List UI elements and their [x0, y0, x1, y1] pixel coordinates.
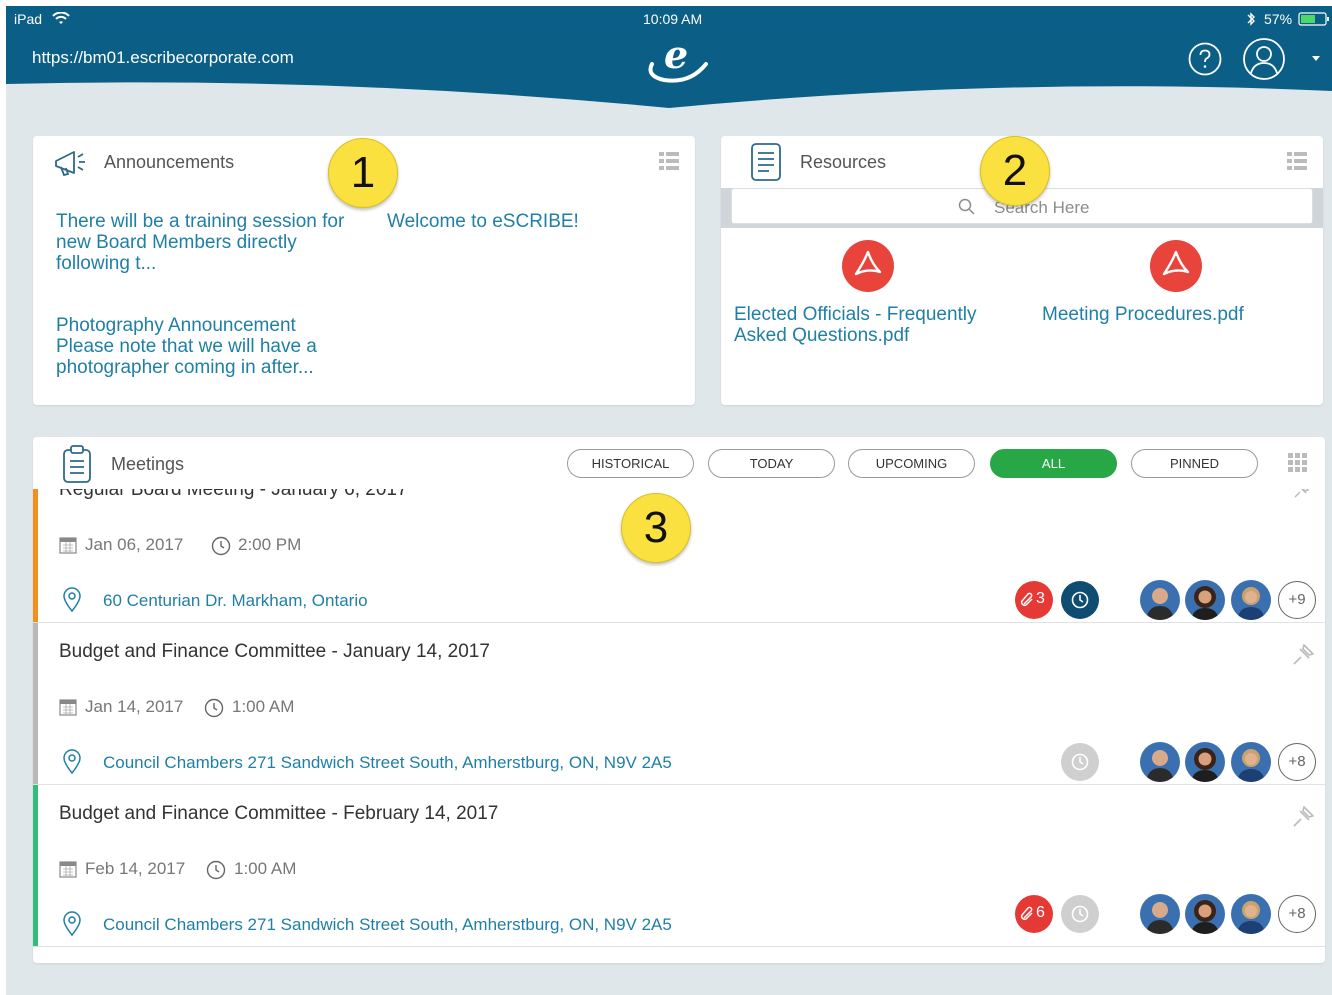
- device-label: iPad: [14, 11, 43, 27]
- callout-marker: 3: [621, 493, 691, 563]
- list-view-icon[interactable]: [659, 152, 679, 170]
- pin-icon[interactable]: [1291, 803, 1317, 829]
- resource-faq-link[interactable]: Elected Officials - Frequently Asked Que…: [734, 304, 1014, 346]
- announcement-welcome-link[interactable]: Welcome to eSCRIBE!: [387, 211, 687, 232]
- clock-icon: [206, 860, 226, 880]
- avatar[interactable]: [1231, 742, 1271, 782]
- list-view-icon[interactable]: [1287, 152, 1307, 170]
- avatar[interactable]: [1231, 580, 1271, 620]
- help-icon[interactable]: [1188, 42, 1222, 76]
- attachments-badge[interactable]: 3: [1015, 581, 1053, 619]
- meeting-title[interactable]: Regular Board Meeting - January 6, 2017: [59, 489, 408, 501]
- bluetooth-icon: [1247, 12, 1255, 26]
- avatar[interactable]: [1140, 894, 1180, 934]
- more-attendees[interactable]: +9: [1278, 581, 1316, 619]
- chevron-down-icon[interactable]: [1311, 55, 1321, 63]
- filter-all[interactable]: ALL: [990, 449, 1117, 478]
- calendar-icon: [59, 861, 77, 878]
- pdf-icon[interactable]: [842, 240, 894, 292]
- meeting-date: Jan 14, 2017: [85, 697, 184, 716]
- resource-procedures-link[interactable]: Meeting Procedures.pdf: [1042, 304, 1302, 325]
- avatar[interactable]: [1185, 580, 1225, 620]
- filter-today[interactable]: TODAY: [708, 449, 835, 478]
- meeting-location-link[interactable]: Council Chambers 271 Sandwich Street Sou…: [103, 915, 672, 935]
- filter-pinned[interactable]: PINNED: [1131, 449, 1258, 478]
- callout-marker: 2: [980, 136, 1050, 206]
- meeting-date: Jan 06, 2017: [85, 535, 184, 554]
- attachments-count: 6: [1036, 904, 1045, 921]
- meeting-row[interactable]: Budget and Finance Committee - February …: [33, 785, 1325, 947]
- search-icon: [958, 198, 975, 215]
- announcements-title: Announcements: [104, 152, 235, 172]
- location-pin-icon: [63, 911, 81, 937]
- escribe-logo-icon: e: [648, 34, 708, 83]
- resources-title: Resources: [800, 152, 887, 172]
- meeting-row[interactable]: Budget and Finance Committee - January 1…: [33, 623, 1325, 785]
- calendar-icon: [59, 699, 77, 716]
- app-header: iPad 10:09 AM 57% https://bm01.escribeco…: [6, 6, 1332, 116]
- user-profile-icon[interactable]: [1242, 37, 1286, 81]
- row-accent: [33, 785, 38, 946]
- pdf-icon[interactable]: [1150, 240, 1202, 292]
- agenda-status-icon[interactable]: [1061, 895, 1099, 933]
- location-pin-icon: [63, 749, 81, 775]
- location-pin-icon: [63, 587, 81, 613]
- callout-marker: 1: [328, 138, 398, 208]
- wifi-icon: [52, 12, 70, 24]
- pin-icon[interactable]: [1291, 641, 1317, 667]
- megaphone-icon: [55, 151, 85, 177]
- announcement-photography-link[interactable]: Photography Announcement Please note tha…: [56, 315, 356, 378]
- clock-icon: [211, 536, 231, 556]
- meeting-title[interactable]: Budget and Finance Committee - January 1…: [59, 641, 490, 663]
- meeting-location-link[interactable]: 60 Centurian Dr. Markham, Ontario: [103, 591, 368, 611]
- attachments-count: 3: [1036, 590, 1045, 607]
- paperclip-icon: [1020, 592, 1033, 607]
- filter-historical[interactable]: HISTORICAL: [567, 449, 694, 478]
- meeting-location-link[interactable]: Council Chambers 271 Sandwich Street Sou…: [103, 753, 672, 773]
- meeting-time: 1:00 AM: [232, 697, 295, 716]
- avatar[interactable]: [1140, 742, 1180, 782]
- more-attendees[interactable]: +8: [1278, 743, 1316, 781]
- meetings-list: Regular Board Meeting - January 6, 2017 …: [33, 489, 1325, 963]
- filter-upcoming[interactable]: UPCOMING: [848, 449, 975, 478]
- meetings-title: Meetings: [111, 454, 185, 474]
- site-url[interactable]: https://bm01.escribecorporate.com: [32, 48, 294, 68]
- status-time: 10:09 AM: [643, 11, 703, 27]
- meeting-time: 1:00 AM: [234, 859, 297, 878]
- battery-percent: 57%: [1264, 11, 1293, 27]
- more-attendees[interactable]: +8: [1278, 895, 1316, 933]
- battery-icon: [1298, 12, 1329, 26]
- clock-icon: [1071, 905, 1089, 923]
- clock-icon: [1071, 753, 1089, 771]
- clock-icon: [1071, 591, 1089, 609]
- paperclip-icon: [1020, 906, 1033, 921]
- agenda-status-icon[interactable]: [1061, 743, 1099, 781]
- logo-letter: e: [664, 34, 688, 77]
- app-frame: iPad 10:09 AM 57% https://bm01.escribeco…: [6, 6, 1332, 995]
- avatar[interactable]: [1231, 894, 1271, 934]
- row-accent: [33, 623, 38, 784]
- meeting-title[interactable]: Budget and Finance Committee - February …: [59, 803, 498, 825]
- pin-icon[interactable]: [1291, 489, 1311, 501]
- agenda-status-icon[interactable]: [1061, 581, 1099, 619]
- grid-view-icon[interactable]: [1288, 453, 1308, 473]
- avatar[interactable]: [1185, 894, 1225, 934]
- document-icon: [751, 143, 781, 181]
- announcement-training-link[interactable]: There will be a training session for new…: [56, 211, 346, 274]
- clock-icon: [204, 698, 224, 718]
- avatar[interactable]: [1140, 580, 1180, 620]
- attachments-badge[interactable]: 6: [1015, 895, 1053, 933]
- clipboard-icon: [63, 445, 91, 483]
- avatar[interactable]: [1185, 742, 1225, 782]
- row-accent: [33, 489, 38, 622]
- meeting-time: 2:00 PM: [238, 535, 302, 554]
- calendar-icon: [59, 537, 77, 554]
- meeting-date: Feb 14, 2017: [85, 859, 186, 878]
